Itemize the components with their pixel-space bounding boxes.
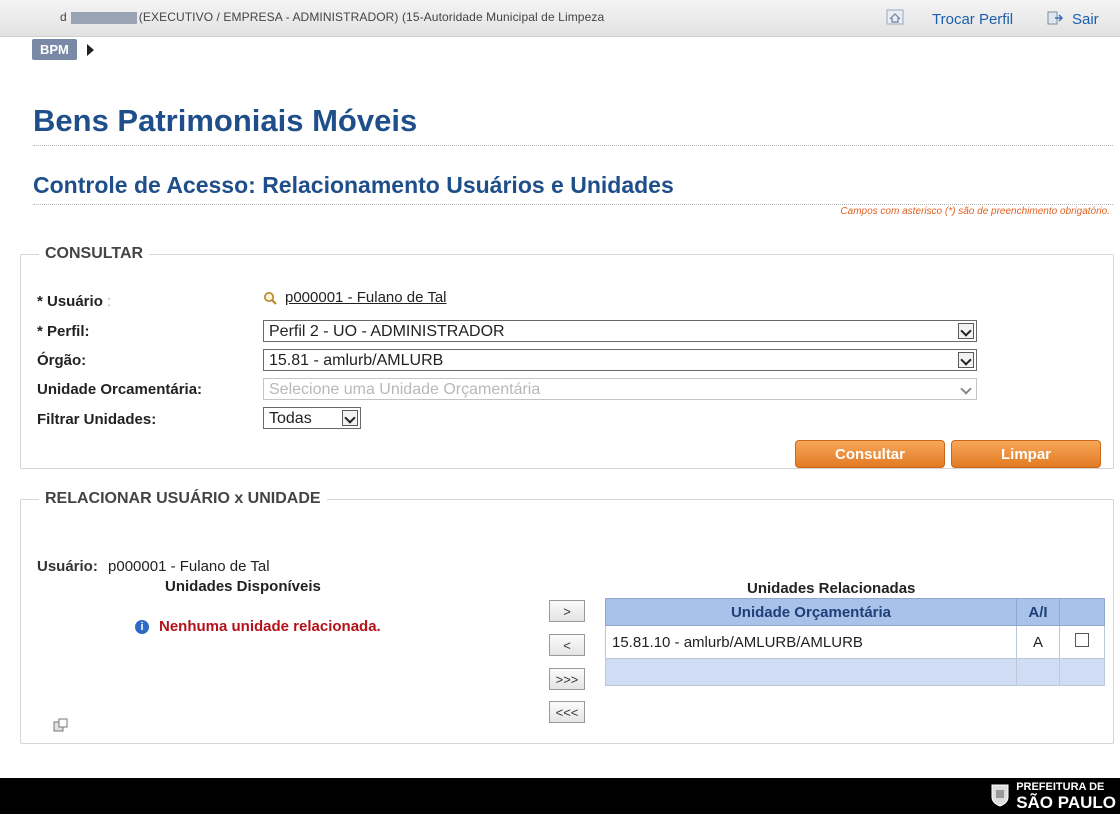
col-select: [1059, 598, 1105, 626]
row-checkbox[interactable]: [1075, 633, 1089, 647]
move-left-button[interactable]: <: [549, 634, 585, 656]
city-seal-logo: [991, 784, 1009, 807]
empty-message-text: Nenhuma unidade relacionada.: [159, 618, 381, 635]
unidades-relacionadas-table: Unidade Orçamentária A/I 15.81.10 - amlu…: [605, 598, 1105, 686]
table-empty-row: [605, 658, 1105, 686]
empty-cell: [1016, 658, 1060, 686]
breadcrumb-arrow-icon: [87, 43, 95, 56]
table-row[interactable]: 15.81.10 - amlurb/AMLURB/AMLURB A: [605, 625, 1105, 659]
search-icon[interactable]: [263, 291, 277, 305]
move-all-right-button[interactable]: >>>: [549, 668, 585, 690]
perfil-select[interactable]: Perfil 2 - UO - ADMINISTRADOR: [263, 320, 977, 342]
bpm-breadcrumb-item[interactable]: BPM: [32, 39, 77, 60]
unidades-disponiveis-title: Unidades Disponíveis: [165, 578, 321, 595]
perfil-selected-value: Perfil 2 - UO - ADMINISTRADOR: [269, 323, 505, 340]
chevron-down-icon: [958, 352, 974, 368]
filtrar-unidades-label: Filtrar Unidades:: [37, 411, 157, 428]
redacted-user-name: [70, 11, 137, 24]
prefeitura-logo-text: PREFEITURA DE SÃO PAULO: [1016, 781, 1116, 812]
breadcrumb: BPM: [32, 39, 95, 63]
cell-unidade: 15.81.10 - amlurb/AMLURB/AMLURB: [605, 625, 1017, 659]
unidade-orcamentaria-label: Unidade Orcamentária:: [37, 381, 203, 398]
chevron-down-icon: [958, 381, 974, 397]
title-divider: [33, 145, 1113, 146]
home-icon[interactable]: [886, 9, 904, 25]
top-bar: d (EXECUTIVO / EMPRESA - ADMINISTRADOR) (…: [0, 0, 1120, 37]
unidades-relacionadas-title: Unidades Relacionadas: [747, 580, 916, 597]
limpar-button[interactable]: Limpar: [951, 440, 1101, 468]
chevron-down-icon: [342, 410, 358, 426]
col-unidade-orcamentaria: Unidade Orçamentária: [605, 598, 1017, 626]
user-context: (EXECUTIVO / EMPRESA - ADMINISTRADOR) (1…: [138, 10, 605, 24]
logo-line2: SÃO PAULO: [1016, 793, 1116, 812]
col-ai: A/I: [1016, 598, 1060, 626]
footer: PREFEITURA DE SÃO PAULO: [0, 778, 1120, 814]
filtrar-selected-value: Todas: [269, 410, 312, 427]
relacionar-usuario: Usuário: p000001 - Fulano de Tal: [37, 558, 270, 575]
relacionar-usuario-label: Usuário:: [37, 558, 98, 575]
cell-select: [1059, 625, 1105, 659]
move-all-left-button[interactable]: <<<: [549, 701, 585, 723]
empty-cell: [605, 658, 1017, 686]
orgao-selected-value: 15.81 - amlurb/AMLURB: [269, 352, 444, 369]
sair-link[interactable]: Sair: [1072, 11, 1099, 28]
move-right-button[interactable]: >: [549, 600, 585, 622]
orgao-select[interactable]: 15.81 - amlurb/AMLURB: [263, 349, 977, 371]
usuario-link[interactable]: p000001 - Fulano de Tal: [285, 289, 447, 306]
trocar-perfil-link[interactable]: Trocar Perfil: [932, 11, 1013, 28]
page-title: Bens Patrimoniais Móveis: [33, 103, 418, 138]
perfil-label: * Perfil:: [37, 323, 90, 340]
usuario-label: * Usuário :: [37, 293, 112, 310]
relacionar-section: RELACIONAR USUÁRIO x UNIDADE Usuário: p0…: [20, 490, 1114, 744]
subtitle-divider: [33, 204, 1113, 205]
empty-cell: [1059, 658, 1105, 686]
unidade-placeholder: Selecione uma Unidade Orçamentária: [269, 381, 541, 398]
empty-message: i Nenhuma unidade relacionada.: [135, 618, 381, 635]
page-subtitle: Controle de Acesso: Relacionamento Usuár…: [33, 172, 674, 198]
logout-icon[interactable]: [1046, 10, 1064, 26]
user-prefix: d: [60, 10, 67, 24]
expand-icon[interactable]: [53, 718, 69, 732]
usuario-lookup: p000001 - Fulano de Tal: [263, 289, 447, 306]
relacionar-legend: RELACIONAR USUÁRIO x UNIDADE: [45, 490, 321, 507]
filtrar-unidades-select[interactable]: Todas: [263, 407, 361, 429]
required-fields-note: Campos com asterisco (*) são de preenchi…: [840, 206, 1110, 217]
unidade-orcamentaria-select[interactable]: Selecione uma Unidade Orçamentária: [263, 378, 977, 400]
cell-ai: A: [1016, 625, 1060, 659]
orgao-label: Órgão:: [37, 352, 87, 369]
info-icon: i: [135, 620, 149, 634]
logged-user-info: d (EXECUTIVO / EMPRESA - ADMINISTRADOR) (…: [60, 10, 604, 24]
relacionar-usuario-value: p000001 - Fulano de Tal: [108, 558, 270, 575]
logo-line1: PREFEITURA DE: [1016, 781, 1105, 793]
consultar-section: CONSULTAR * Usuário : p000001 - Fulano d…: [20, 245, 1114, 469]
consultar-button[interactable]: Consultar: [795, 440, 945, 468]
consultar-legend: CONSULTAR: [45, 245, 144, 262]
chevron-down-icon: [958, 323, 974, 339]
